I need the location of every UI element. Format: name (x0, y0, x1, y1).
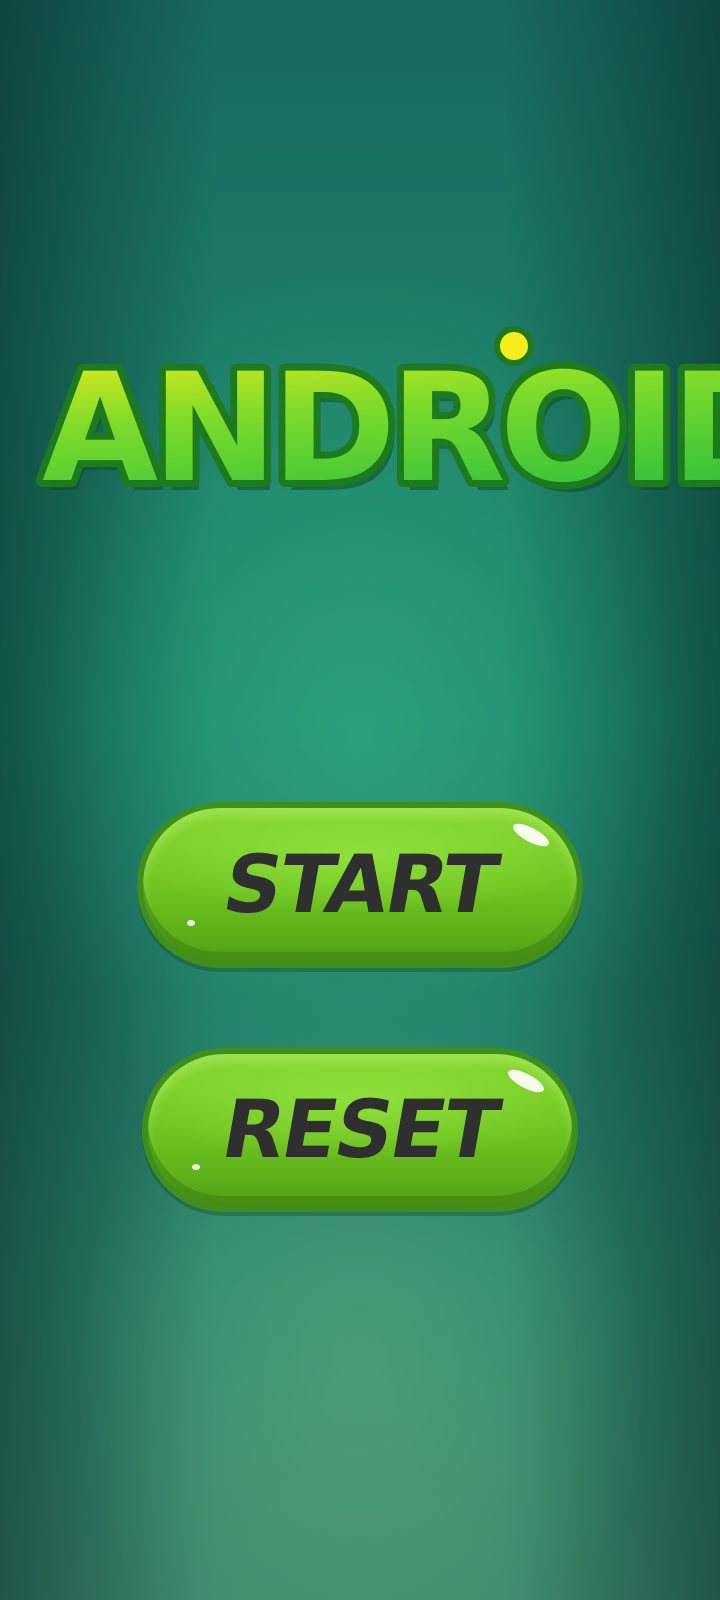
button-gloss-dot (192, 1164, 200, 1170)
logo-i-dot (494, 326, 534, 366)
game-logo-art: ANDROID ANDROID ANDROID (35, 326, 720, 526)
main-menu-screen: ANDROID ANDROID ANDROID START RESET (0, 0, 720, 1600)
start-button[interactable]: START (137, 802, 583, 968)
start-button-label: START (216, 838, 504, 931)
reset-button[interactable]: RESET (142, 1048, 578, 1212)
logo-text: ANDROID (42, 342, 720, 516)
game-logo: ANDROID ANDROID ANDROID (35, 318, 720, 528)
button-gloss-dot (187, 920, 195, 926)
reset-button-label: RESET (215, 1083, 505, 1176)
